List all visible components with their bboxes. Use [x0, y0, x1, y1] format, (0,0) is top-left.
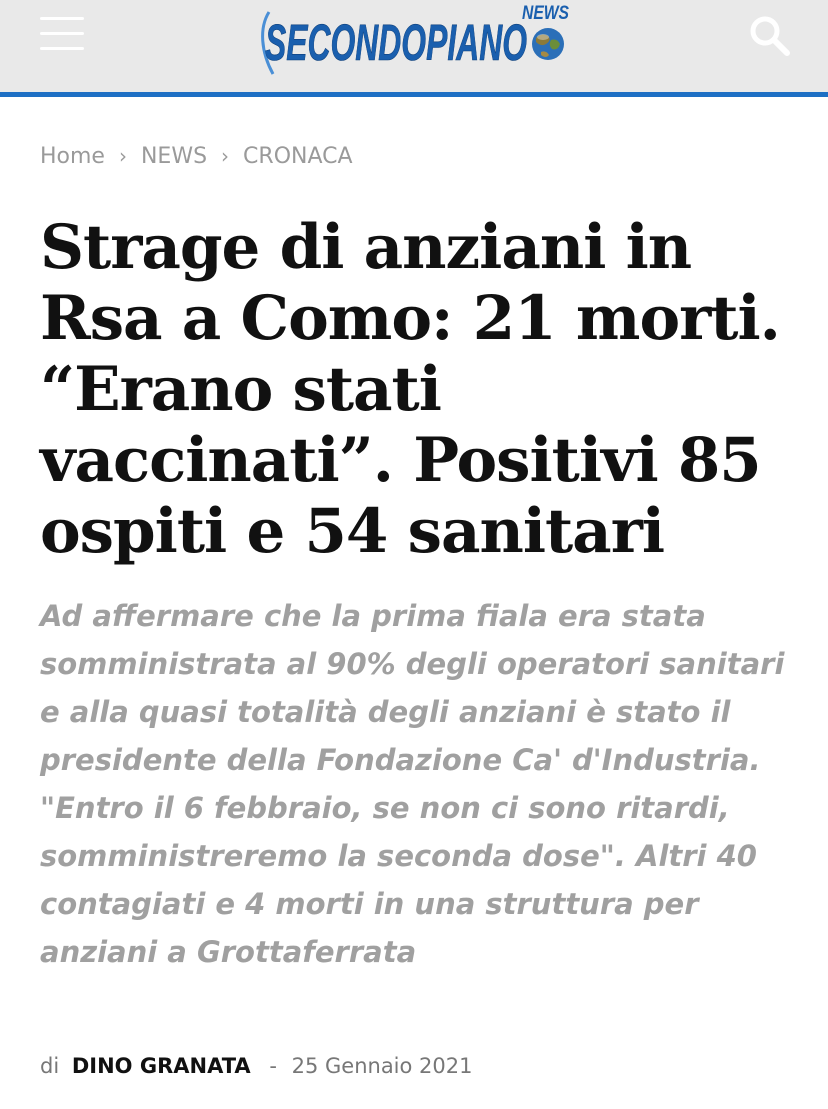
article-subtitle: Ad affermare che la prima fiala era stat…	[40, 599, 785, 969]
breadcrumb-separator: ›	[118, 144, 127, 168]
search-icon[interactable]	[748, 14, 792, 58]
byline-prefix: di	[40, 1054, 60, 1078]
logo-suffix: NEWS	[522, 3, 569, 24]
publish-date: 25 Gennaio 2021	[291, 1054, 473, 1078]
breadcrumb-cronaca[interactable]: CRONACA	[243, 144, 353, 169]
top-bar: SECONDOPIANO NEWS	[0, 0, 828, 97]
site-logo[interactable]: SECONDOPIANO NEWS	[255, 0, 575, 80]
menu-line	[40, 47, 84, 50]
breadcrumb-separator: ›	[221, 144, 230, 168]
breadcrumb: Home › NEWS › CRONACA	[40, 144, 353, 169]
author-link[interactable]: DINO GRANATA	[72, 1054, 251, 1078]
globe-icon	[532, 28, 564, 60]
byline-separator: -	[269, 1054, 277, 1078]
breadcrumb-home[interactable]: Home	[40, 144, 105, 169]
breadcrumb-news[interactable]: NEWS	[141, 144, 207, 169]
hamburger-menu-icon[interactable]	[40, 17, 84, 51]
menu-line	[40, 17, 84, 20]
article-byline: di DINO GRANATA - 25 Gennaio 2021	[40, 1054, 473, 1078]
menu-line	[40, 32, 84, 35]
article-title: Strage di anziani in Rsa a Como: 21 mort…	[40, 212, 781, 567]
logo-text: SECONDOPIANO	[265, 14, 527, 71]
